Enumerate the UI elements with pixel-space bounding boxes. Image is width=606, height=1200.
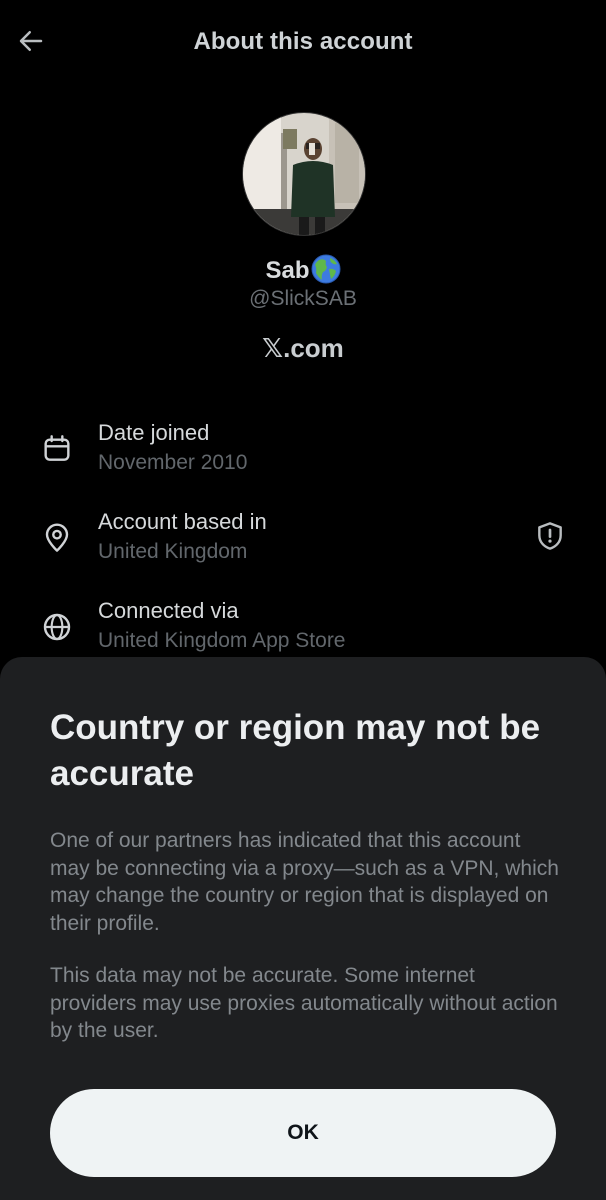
page-title: About this account (193, 28, 413, 55)
site-link[interactable]: 𝕏.com (0, 333, 606, 364)
display-name-text: Sab (265, 257, 310, 284)
sheet-paragraph-1: One of our partners has indicated that t… (50, 829, 559, 935)
connected-via-row: Connected via United Kingdom App Store (0, 596, 606, 666)
globe-icon (38, 608, 76, 646)
handle: @SlickSAB (249, 287, 357, 310)
connected-via-value: United Kingdom App Store (98, 629, 346, 652)
account-based-in-row: Account based in United Kingdom (0, 507, 606, 577)
date-joined-row: Date joined November 2010 (0, 418, 606, 488)
ok-button[interactable]: OK (50, 1089, 556, 1177)
accuracy-bottom-sheet: Country or region may not be accurate On… (0, 657, 606, 1200)
account-based-in-label: Account based in (98, 509, 267, 534)
calendar-icon (38, 430, 76, 468)
location-pin-icon (38, 519, 76, 557)
account-based-in-value: United Kingdom (98, 540, 248, 563)
display-name: Sab (0, 254, 606, 285)
globe-emoji-icon (311, 254, 341, 284)
date-joined-value: November 2010 (98, 451, 248, 474)
sheet-paragraph-2: This data may not be accurate. Some inte… (50, 964, 558, 1042)
date-joined-label: Date joined (98, 420, 210, 445)
top-bar: About this account (0, 0, 606, 86)
connected-via-label: Connected via (98, 598, 239, 623)
shield-alert-button[interactable] (530, 518, 570, 558)
sheet-title: Country or region may not be accurate (50, 708, 541, 793)
avatar[interactable] (242, 112, 366, 236)
shield-alert-icon (534, 520, 566, 557)
